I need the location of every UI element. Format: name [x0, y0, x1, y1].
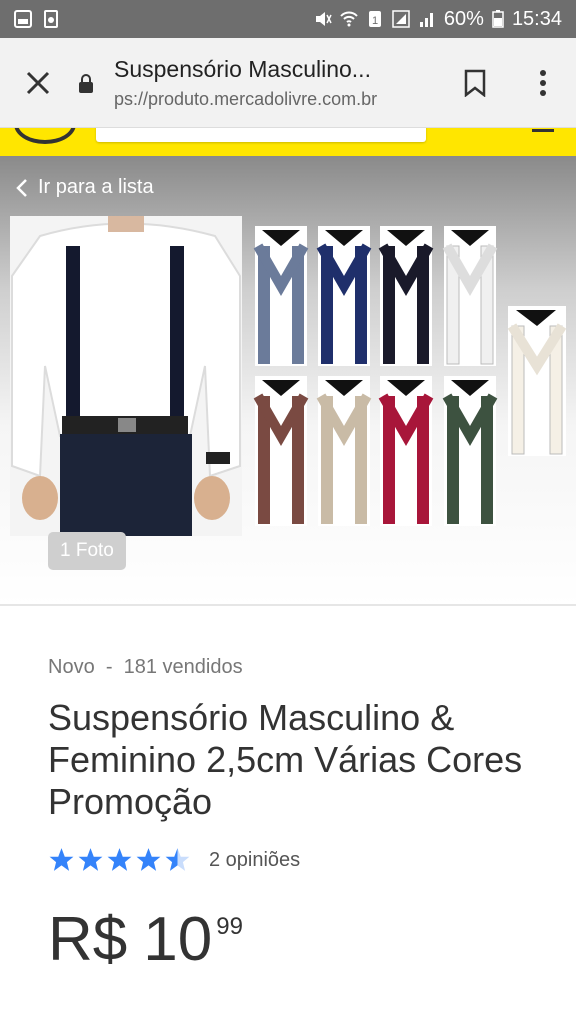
chevron-left-icon — [16, 178, 27, 197]
rating-stars — [48, 847, 191, 873]
sim-icon: 1 — [368, 11, 381, 27]
sold-count: 181 vendidos — [123, 656, 243, 678]
price: R$ 10 99 — [48, 909, 548, 971]
suspender-samples — [253, 226, 567, 526]
page-title: Suspensório Masculino... — [114, 55, 371, 82]
wifi-icon — [340, 11, 358, 27]
lock-indicator[interactable] — [66, 73, 106, 93]
signal-box-icon — [392, 10, 410, 28]
rating[interactable]: 2 opiniões — [48, 847, 548, 873]
product-subtitle: Novo - 181 vendidos — [48, 656, 548, 679]
cart-icon[interactable] — [532, 128, 554, 132]
photo-count-badge: 1 Foto — [48, 532, 126, 570]
close-icon — [26, 71, 50, 94]
signal-icon — [419, 13, 433, 27]
star-half-icon — [165, 848, 190, 871]
mute-icon — [315, 12, 332, 26]
svg-text:1: 1 — [372, 15, 378, 27]
condition-label: Novo — [48, 656, 95, 678]
url-box[interactable]: Suspensório Masculino... ps://produto.me… — [106, 56, 440, 110]
bookmark-icon — [464, 69, 486, 97]
battery-icon — [492, 10, 504, 28]
status-bar: 1 60% 15:34 — [0, 0, 576, 38]
battery-percentage: 60% — [443, 7, 484, 30]
browser-toolbar: Suspensório Masculino... ps://produto.me… — [0, 38, 576, 128]
product-info: Novo - 181 vendidos Suspensório Masculin… — [48, 656, 548, 971]
site-logo[interactable] — [14, 128, 76, 144]
price-currency: R$ — [48, 905, 128, 974]
more-vert-icon — [540, 69, 546, 96]
back-to-list-link[interactable]: Ir para a lista — [16, 176, 154, 199]
bookmark-button[interactable] — [440, 38, 510, 128]
page-url: ps://produto.mercadolivre.com.br — [114, 88, 378, 109]
product-gallery[interactable]: Ir para a lista 1 Foto — [0, 156, 576, 606]
price-integer: 10 — [143, 905, 213, 974]
site-search-input[interactable] — [96, 128, 426, 142]
star-full-icon — [49, 848, 74, 871]
site-header — [0, 128, 576, 156]
reviews-link[interactable]: 2 opiniões — [209, 849, 300, 872]
gallery-notification-icon — [14, 10, 32, 28]
product-title: Suspensório Masculino & Feminino 2,5cm V… — [48, 697, 523, 822]
subtitle-separator: - — [105, 656, 113, 678]
clock: 15:34 — [511, 7, 562, 30]
more-menu-button[interactable] — [510, 38, 576, 128]
back-to-list-label: Ir para a lista — [38, 176, 154, 198]
price-cents: 99 — [216, 913, 243, 940]
recycle-notification-icon — [44, 10, 58, 28]
star-full-icon — [78, 848, 103, 871]
close-button[interactable] — [0, 38, 76, 128]
star-full-icon — [107, 848, 132, 871]
lock-icon — [79, 73, 93, 93]
model-figure — [10, 216, 242, 536]
product-photo[interactable] — [0, 216, 576, 546]
divider — [0, 604, 576, 606]
star-full-icon — [136, 848, 161, 871]
